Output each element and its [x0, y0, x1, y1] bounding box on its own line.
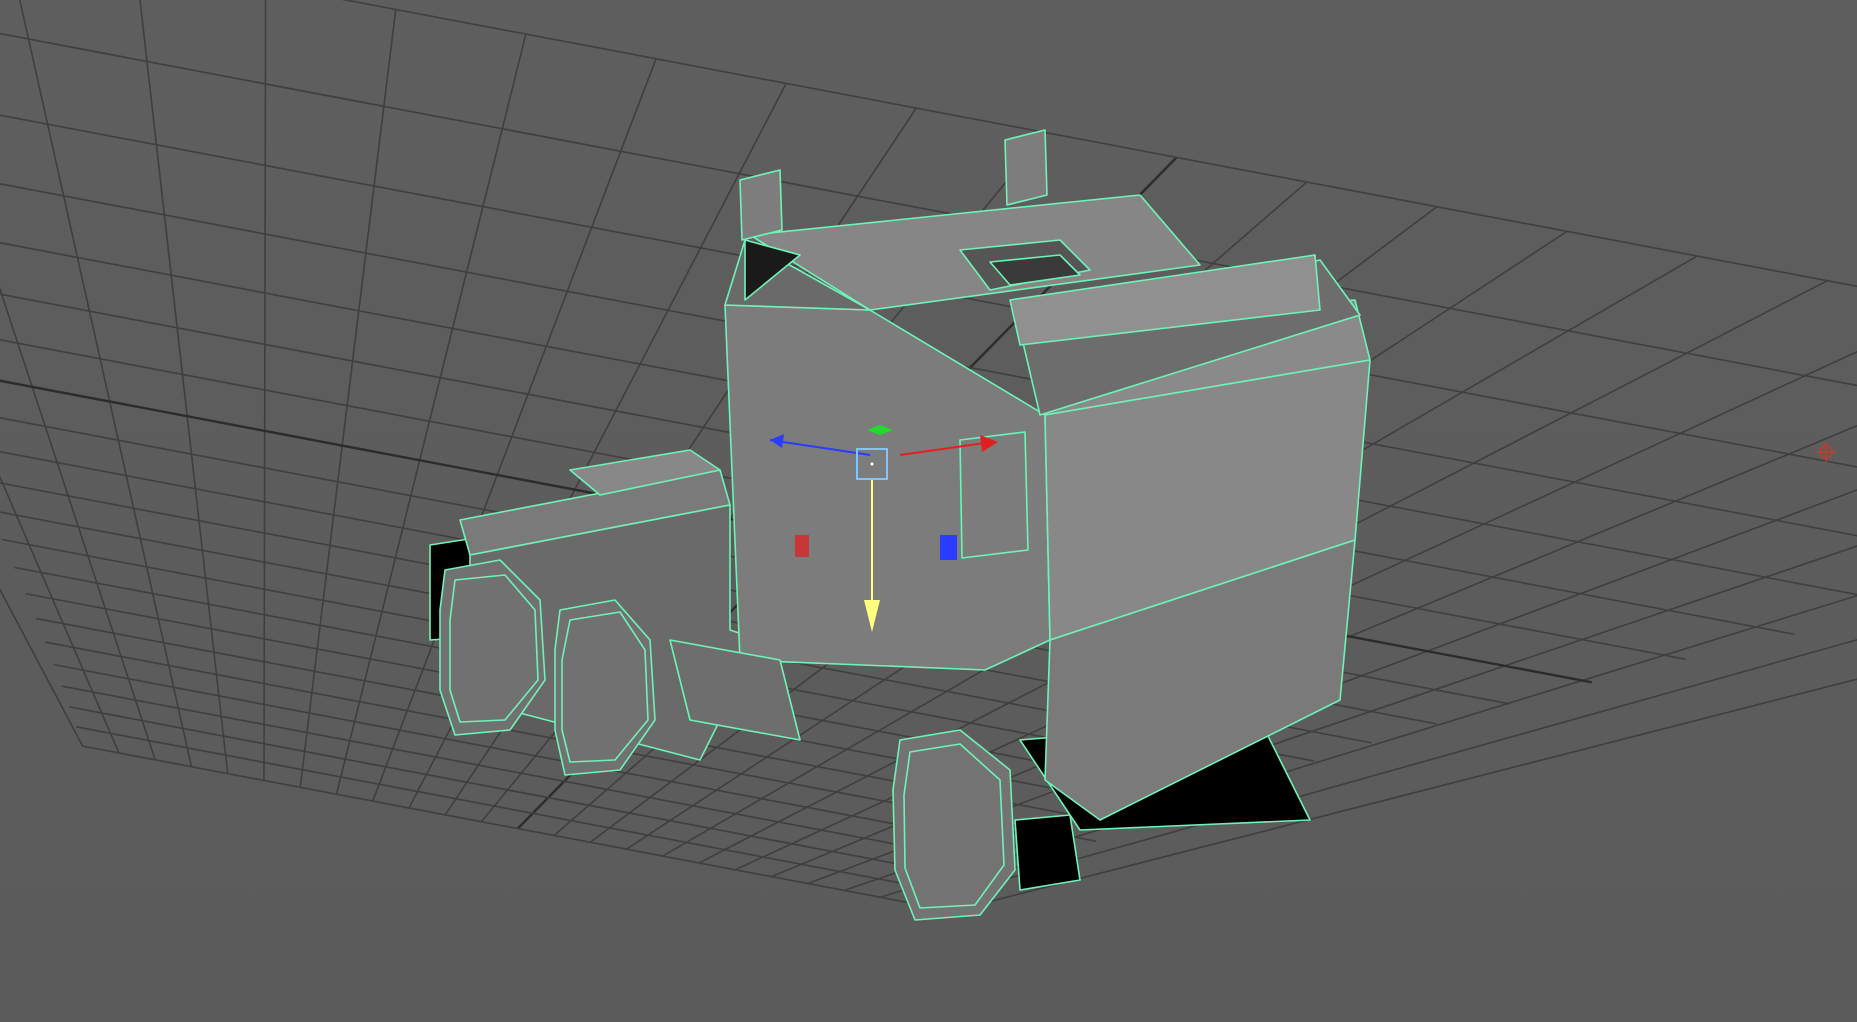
- gizmo-center-dot: [870, 462, 874, 466]
- exhaust-stack-right[interactable]: [1004, 129, 1048, 206]
- front-wheel-shadow: [1014, 814, 1081, 891]
- viewport-3d[interactable]: [0, 0, 1857, 1022]
- exhaust-stack-left[interactable]: [739, 169, 783, 241]
- grid-line: [69, 706, 1004, 885]
- front-wheel[interactable]: [892, 729, 1016, 921]
- grid-line: [0, 588, 84, 747]
- scene-canvas[interactable]: [0, 0, 1857, 1022]
- xy-plane-handle[interactable]: [795, 535, 809, 557]
- grid-line: [139, 0, 229, 774]
- yz-plane-handle[interactable]: [940, 535, 957, 560]
- cab-window[interactable]: [959, 431, 1029, 559]
- grid-line: [0, 286, 156, 761]
- grid-line: [82, 745, 954, 912]
- grid-line: [0, 475, 120, 754]
